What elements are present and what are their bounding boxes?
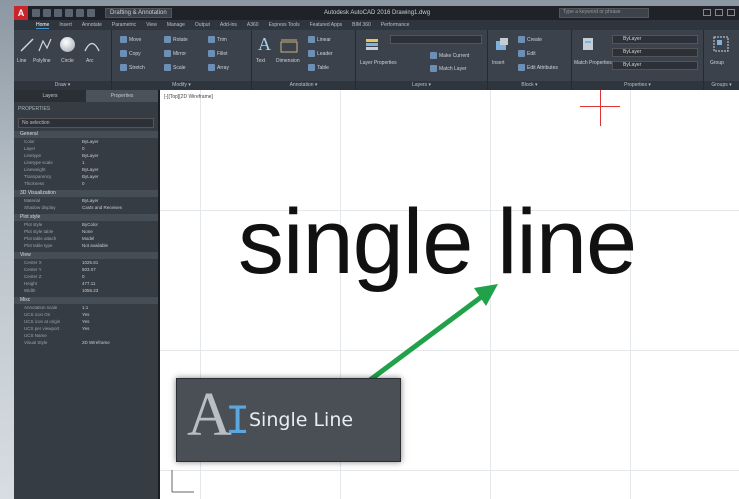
single-line-label[interactable]: Single Line (249, 409, 353, 431)
single-line-callout: A I Single Line (176, 378, 401, 462)
text-single-line-icon: A I (187, 381, 251, 449)
